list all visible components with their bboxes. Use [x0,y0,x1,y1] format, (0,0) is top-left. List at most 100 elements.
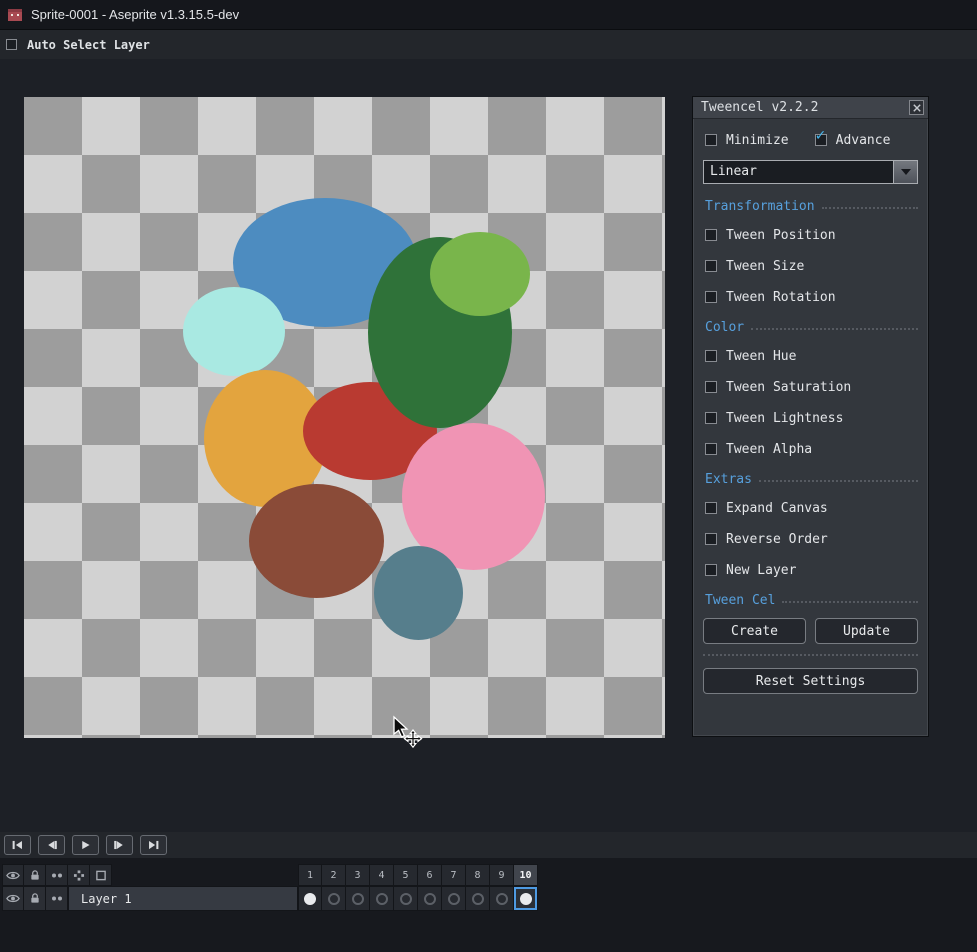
new-layer-checkbox[interactable] [705,564,717,576]
tween-lightness-checkbox[interactable] [705,412,717,424]
tween-alpha-checkbox[interactable] [705,443,717,455]
cel-frame-6[interactable] [418,886,442,911]
dialog-close-button[interactable] [909,100,924,115]
dialog-title: Tweencel v2.2.2 [701,100,819,115]
checkbox-row-reverse-order[interactable]: Reverse Order [705,528,918,550]
timeline-options-button[interactable] [68,864,90,886]
dialog-body: Minimize Advance Linear Transformation Tw… [693,119,928,694]
cel-empty-indicator [399,892,412,905]
checkbox-row-tween-position[interactable]: Tween Position [705,224,918,246]
minimize-checkbox-row[interactable]: Minimize [705,129,789,151]
tween-alpha-label: Tween Alpha [726,441,813,457]
cel-empty-indicator [327,892,340,905]
dotted-rule [751,327,918,330]
play-button[interactable] [72,835,99,855]
checkbox-row-tween-lightness[interactable]: Tween Lightness [705,407,918,429]
next-icon [114,840,123,850]
checkbox-row-tween-alpha[interactable]: Tween Alpha [705,438,918,460]
checkbox-row-tween-hue[interactable]: Tween Hue [705,345,918,367]
tween-hue-label: Tween Hue [726,348,797,364]
prev-frame-button[interactable] [38,835,65,855]
dialog-sections: Transformation Tween Position Tween Size Tw… [703,196,918,581]
cel-frame-2[interactable] [322,886,346,911]
create-button[interactable]: Create [703,618,806,644]
last-frame-button[interactable] [140,835,167,855]
skip-end-icon [149,840,159,850]
eye-visibility-toggle[interactable] [2,864,24,886]
update-button[interactable]: Update [815,618,918,644]
layer-name[interactable]: Layer 1 [68,886,298,911]
frame-header-9[interactable]: 9 [490,864,514,886]
minimize-label: Minimize [726,132,789,148]
sprite-canvas[interactable] [24,97,665,738]
frame-header-5[interactable]: 5 [394,864,418,886]
first-frame-button[interactable] [4,835,31,855]
expand-canvas-checkbox[interactable] [705,502,717,514]
frame-header-4[interactable]: 4 [370,864,394,886]
continuous-toggle[interactable] [46,864,68,886]
frame-header-7[interactable]: 7 [442,864,466,886]
frame-header-1[interactable]: 1 [298,864,322,886]
cel-empty-indicator [375,892,388,905]
easing-dropdown-button[interactable] [893,161,917,183]
next-frame-button[interactable] [106,835,133,855]
lock-toggle[interactable] [24,864,46,886]
tween-position-checkbox[interactable] [705,229,717,241]
continuous-dots-icon [51,873,62,877]
dialog-separator [703,654,918,656]
cel-frame-3[interactable] [346,886,370,911]
tween-saturation-label: Tween Saturation [726,379,852,395]
cel-frame-9[interactable] [490,886,514,911]
aseprite-window: Sprite-0001 - Aseprite v1.3.15.5-dev Aut… [0,0,977,952]
tween-saturation-checkbox[interactable] [705,381,717,393]
reverse-order-label: Reverse Order [726,531,828,547]
checkbox-row-tween-rotation[interactable]: Tween Rotation [705,286,918,308]
cel-frame-4[interactable] [370,886,394,911]
layer-continuous-toggle[interactable] [46,886,68,911]
layer-lock-toggle[interactable] [24,886,46,911]
frame-header-2[interactable]: 2 [322,864,346,886]
dialog-titlebar[interactable]: Tweencel v2.2.2 [693,97,928,119]
tween-cel-buttons: Create Update [703,618,918,644]
workspace: Tweencel v2.2.2 Minimize Advance [0,59,977,832]
frame-header-6[interactable]: 6 [418,864,442,886]
timeline-options-icon [73,869,84,881]
timeline: 1 2 3 4 5 6 7 8 9 10 Layer 1 [0,858,977,952]
cel-box-button[interactable] [90,864,112,886]
tween-size-checkbox[interactable] [705,260,717,272]
section-header-tween-cel: Tween Cel [705,590,918,610]
cel-empty-indicator [471,892,484,905]
tween-rotation-checkbox[interactable] [705,291,717,303]
timeline-header: 1 2 3 4 5 6 7 8 9 10 [0,864,977,886]
checkbox-row-expand-canvas[interactable]: Expand Canvas [705,497,918,519]
layer-eye-toggle[interactable] [2,886,24,911]
checkbox-row-tween-size[interactable]: Tween Size [705,255,918,277]
skip-start-icon [12,840,22,850]
cel-empty-indicator [447,892,460,905]
auto-select-layer-checkbox[interactable] [6,39,17,50]
cel-frame-10[interactable] [514,886,538,911]
expand-canvas-label: Expand Canvas [726,500,828,516]
frame-header-8[interactable]: 8 [466,864,490,886]
advance-checkbox-row[interactable]: Advance [814,128,890,151]
cel-frame-8[interactable] [466,886,490,911]
cel-frame-1[interactable] [298,886,322,911]
checkbox-row-new-layer[interactable]: New Layer [705,559,918,581]
dotted-rule [821,206,918,209]
advance-checkbox[interactable] [814,128,827,146]
frame-header-10[interactable]: 10 [514,864,538,886]
cel-frame-7[interactable] [442,886,466,911]
reverse-order-checkbox[interactable] [705,533,717,545]
lock-icon [30,893,39,903]
easing-dropdown[interactable]: Linear [703,160,918,184]
dotted-rule [782,600,918,603]
cel-empty-indicator [351,892,364,905]
tween-hue-checkbox[interactable] [705,350,717,362]
cel-box-icon [95,870,106,880]
minimize-checkbox[interactable] [705,134,717,146]
frame-header-3[interactable]: 3 [346,864,370,886]
checkbox-row-tween-saturation[interactable]: Tween Saturation [705,376,918,398]
reset-settings-button[interactable]: Reset Settings [703,668,918,694]
cel-frame-5[interactable] [394,886,418,911]
playback-bar [0,832,977,858]
